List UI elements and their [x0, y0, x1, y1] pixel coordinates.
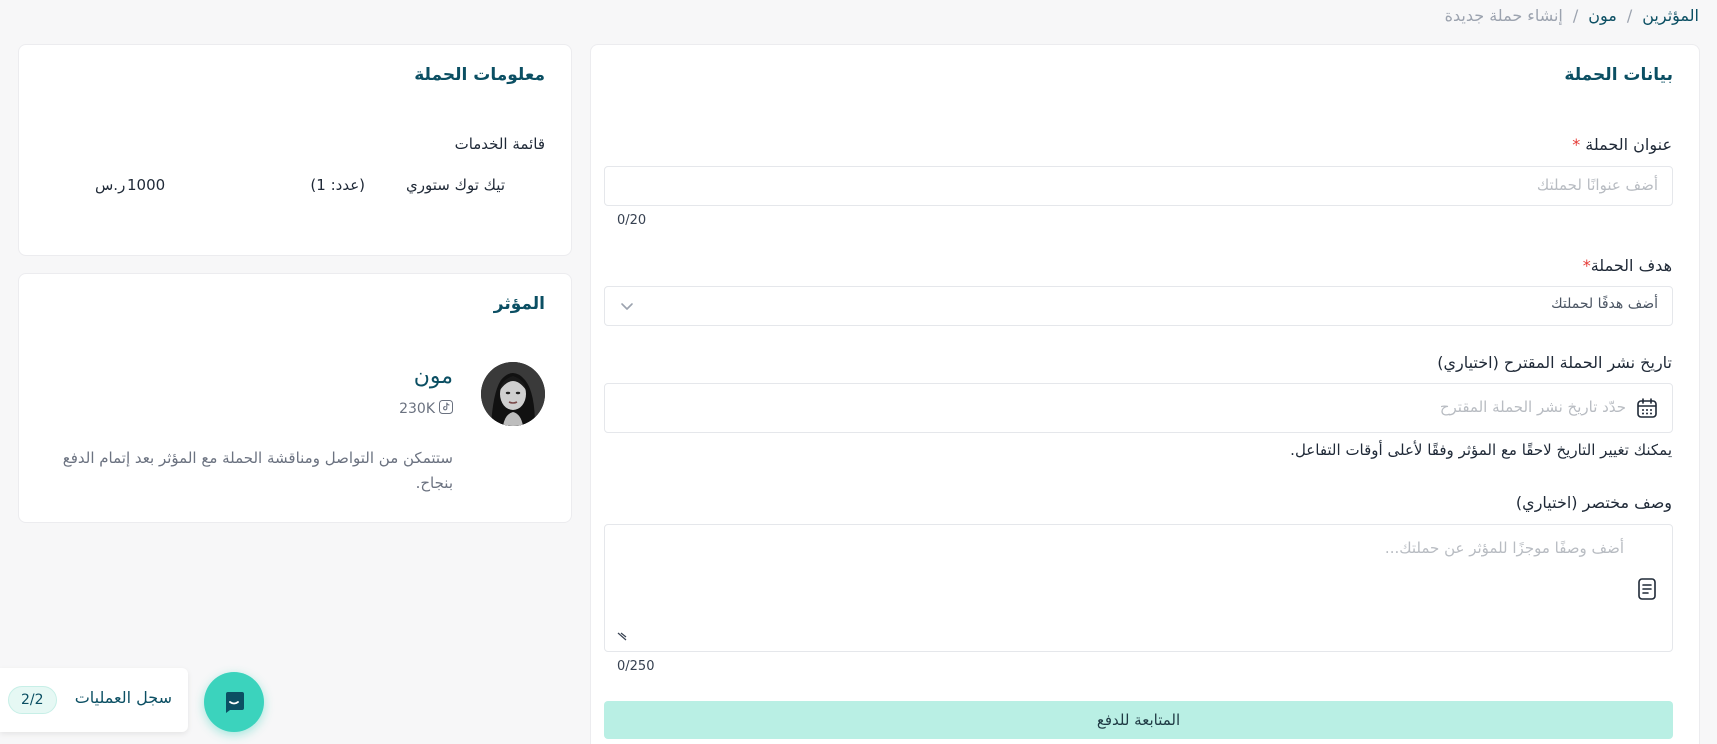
campaign-form-card: بيانات الحملة عنوان الحملة * أضف عنوانًا… — [590, 44, 1700, 744]
avatar — [481, 362, 545, 426]
required-mark: * — [1572, 135, 1581, 154]
service-price: 1000 — [127, 176, 166, 194]
campaign-goal-label: هدف الحملة* — [1582, 256, 1672, 275]
required-mark: * — [1582, 256, 1591, 275]
campaign-title-placeholder: أضف عنوانًا لحملتك — [1536, 176, 1658, 194]
chat-button[interactable] — [204, 672, 264, 732]
calendar-icon — [1636, 397, 1658, 423]
publish-date-hint: يمكنك تغيير التاريخ لاحقًا مع المؤثر وفق… — [1290, 441, 1672, 459]
document-icon — [1636, 577, 1658, 605]
publish-date-input[interactable]: حدّد تاريخ نشر الحملة المقترح — [604, 383, 1673, 433]
services-heading: قائمة الخدمات — [454, 135, 545, 153]
campaign-title-label: عنوان الحملة * — [1572, 135, 1672, 154]
service-row: تيك توك ستوري (عدد: 1) 1000 ر.س — [45, 176, 545, 200]
breadcrumb-current: إنشاء حملة جديدة — [1444, 6, 1563, 25]
influencer-name: مون — [413, 364, 453, 389]
breadcrumb-influencer[interactable]: مون — [1588, 6, 1617, 25]
influencer-card: المؤثر مون 230K ستتمكن من التواصل ومناقش… — [18, 273, 572, 523]
campaign-info-title: معلومات الحملة — [414, 65, 545, 85]
operations-log-button[interactable]: سجل العمليات 2/2 — [0, 668, 188, 732]
campaign-goal-select[interactable]: أضف هدفًا لحملتك — [604, 286, 1673, 326]
influencer-note: ستتمكن من التواصل ومناقشة الحملة مع المؤ… — [62, 449, 453, 492]
breadcrumb-separator: / — [1572, 6, 1579, 25]
campaign-title-counter: 0/20 — [617, 213, 647, 228]
operations-log-badge: 2/2 — [8, 686, 57, 714]
description-label: وصف مختصر (اختياري) — [1515, 493, 1672, 512]
description-placeholder: أضف وصفًا موجزًا للمؤثر عن حملتك... — [1384, 539, 1624, 557]
breadcrumb-influencers[interactable]: المؤثرين — [1642, 6, 1699, 25]
campaign-goal-placeholder: أضف هدفًا لحملتك — [1551, 296, 1658, 312]
operations-log-label: سجل العمليات — [74, 688, 172, 707]
description-counter: 0/250 — [617, 659, 655, 674]
chat-icon — [222, 690, 246, 718]
service-currency: ر.س — [95, 176, 126, 194]
influencer-followers: 230K — [399, 400, 453, 418]
publish-date-label: تاريخ نشر الحملة المقترح (اختياري) — [1437, 353, 1672, 372]
service-name: تيك توك ستوري — [406, 176, 505, 194]
publish-date-placeholder: حدّد تاريخ نشر الحملة المقترح — [1439, 398, 1626, 416]
breadcrumb-separator: / — [1626, 6, 1633, 25]
influencer-title: المؤثر — [493, 294, 545, 314]
breadcrumb: المؤثرين / مون / إنشاء حملة جديدة — [1445, 6, 1699, 25]
campaign-title-input[interactable]: أضف عنوانًا لحملتك — [604, 166, 1673, 206]
proceed-to-payment-button[interactable]: المتابعة للدفع — [604, 701, 1673, 739]
description-textarea[interactable]: أضف وصفًا موجزًا للمؤثر عن حملتك... — [604, 524, 1673, 652]
campaign-info-card: معلومات الحملة قائمة الخدمات تيك توك ستو… — [18, 44, 572, 256]
tiktok-icon — [439, 400, 453, 418]
service-count: (عدد: 1) — [310, 176, 365, 194]
resize-handle-icon[interactable] — [616, 626, 628, 645]
chevron-down-icon — [619, 298, 635, 318]
campaign-form-title: بيانات الحملة — [1564, 65, 1673, 85]
